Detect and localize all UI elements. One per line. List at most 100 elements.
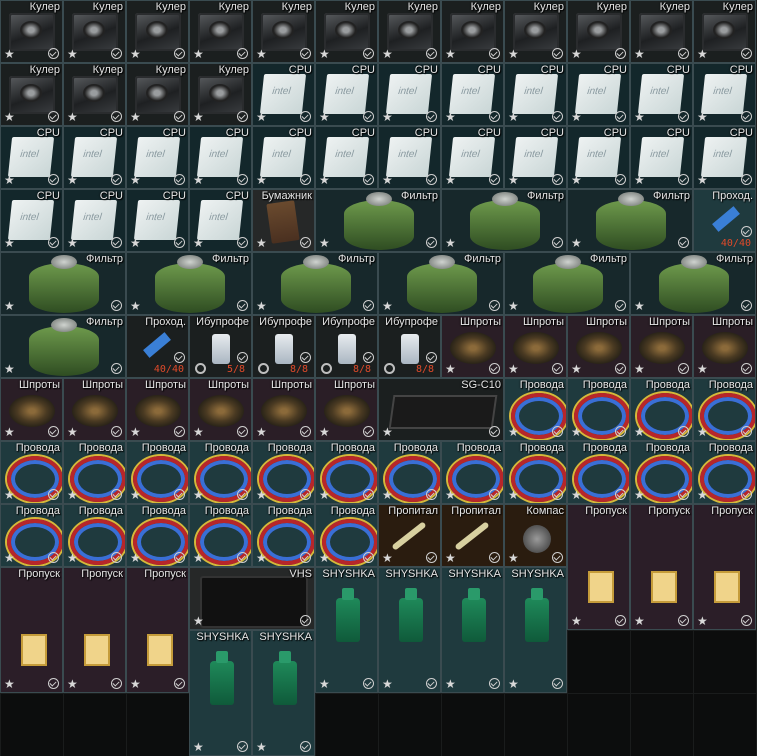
inventory-item-pass[interactable]: Пропуск ★ — [63, 567, 126, 693]
inventory-item-filter[interactable]: Фильтр ★ — [315, 189, 441, 252]
inventory-item-cooler[interactable]: Кулер ★ — [441, 0, 504, 63]
inventory-item-filter[interactable]: Фильтр ★ — [0, 252, 126, 315]
inventory-item-bottle[interactable]: SHYSHKA ★ — [315, 567, 378, 693]
inventory-item-pass[interactable]: Пропуск ★ — [0, 567, 63, 693]
inventory-item-wire[interactable]: Провода ★ — [693, 378, 756, 441]
inventory-item-filter[interactable]: Фильтр ★ — [504, 252, 630, 315]
inventory-item-wire[interactable]: Провода ★ — [0, 441, 63, 504]
inventory-item-filter[interactable]: Фильтр ★ — [126, 252, 252, 315]
inventory-item-pass[interactable]: Пропуск ★ — [126, 567, 189, 693]
inventory-item-wire[interactable]: Провода ★ — [504, 378, 567, 441]
inventory-item-wire[interactable]: Провода ★ — [315, 441, 378, 504]
inventory-item-bottle[interactable]: SHYSHKA ★ — [189, 630, 252, 756]
inventory-item-cpu[interactable]: CPU ★ — [189, 126, 252, 189]
inventory-item-vhs[interactable]: VHS ★ — [189, 567, 315, 630]
inventory-item-tin[interactable]: Шпроты ★ — [63, 378, 126, 441]
inventory-item-cooler[interactable]: Кулер ★ — [126, 0, 189, 63]
inventory-item-tin[interactable]: Шпроты ★ — [567, 315, 630, 378]
inventory-item-tin[interactable]: Шпроты ★ — [504, 315, 567, 378]
inventory-item-ibu[interactable]: Ибупрофе 8/8 — [315, 315, 378, 378]
inventory-item-cpu[interactable]: CPU ★ — [63, 126, 126, 189]
inventory-item-wire[interactable]: Провода ★ — [693, 441, 756, 504]
inventory-item-cooler[interactable]: Кулер ★ — [189, 0, 252, 63]
inventory-item-cpu[interactable]: CPU ★ — [63, 189, 126, 252]
inventory-item-wire[interactable]: Провода ★ — [378, 441, 441, 504]
inventory-item-cpu[interactable]: CPU ★ — [630, 63, 693, 126]
inventory-item-wire[interactable]: Провода ★ — [189, 504, 252, 567]
inventory-item-wire[interactable]: Провода ★ — [189, 441, 252, 504]
inventory-item-cpu[interactable]: CPU ★ — [441, 63, 504, 126]
inventory-item-filter[interactable]: Фильтр ★ — [378, 252, 504, 315]
inventory-item-wire[interactable]: Провода ★ — [126, 441, 189, 504]
inventory-item-tin[interactable]: Шпроты ★ — [0, 378, 63, 441]
inventory-item-bottle[interactable]: SHYSHKA ★ — [441, 567, 504, 693]
inventory-item-key[interactable]: Проход. 40/40 — [693, 189, 756, 252]
inventory-item-cpu[interactable]: CPU ★ — [378, 63, 441, 126]
inventory-item-cpu[interactable]: CPU ★ — [252, 63, 315, 126]
inventory-item-cooler[interactable]: Кулер ★ — [630, 0, 693, 63]
inventory-item-wallet[interactable]: Бумажник ★ — [252, 189, 315, 252]
inventory-item-cooler[interactable]: Кулер ★ — [63, 0, 126, 63]
inventory-item-cooler[interactable]: Кулер ★ — [189, 63, 252, 126]
inventory-item-ibu[interactable]: Ибупрофе 8/8 — [378, 315, 441, 378]
inventory-item-tin[interactable]: Шпроты ★ — [126, 378, 189, 441]
inventory-item-cpu[interactable]: CPU ★ — [630, 126, 693, 189]
inventory-item-filter[interactable]: Фильтр ★ — [441, 189, 567, 252]
inventory-item-cpu[interactable]: CPU ★ — [504, 126, 567, 189]
inventory-item-wire[interactable]: Провода ★ — [63, 441, 126, 504]
inventory-item-bottle[interactable]: SHYSHKA ★ — [504, 567, 567, 693]
inventory-item-ibu[interactable]: Ибупрофе 8/8 — [252, 315, 315, 378]
inventory-item-cooler[interactable]: Кулер ★ — [378, 0, 441, 63]
inventory-item-cooler[interactable]: Кулер ★ — [315, 0, 378, 63]
inventory-item-cpu[interactable]: CPU ★ — [567, 63, 630, 126]
inventory-item-pass[interactable]: Пропуск ★ — [567, 504, 630, 630]
inventory-item-filter[interactable]: Фильтр ★ — [252, 252, 378, 315]
inventory-item-wire[interactable]: Провода ★ — [567, 378, 630, 441]
inventory-item-cooler[interactable]: Кулер ★ — [0, 63, 63, 126]
inventory-item-radio[interactable]: SG-C10 ★ — [378, 378, 504, 441]
inventory-item-cpu[interactable]: CPU ★ — [126, 189, 189, 252]
inventory-item-cpu[interactable]: CPU ★ — [126, 126, 189, 189]
inventory-item-wire[interactable]: Провода ★ — [630, 441, 693, 504]
inventory-item-wire[interactable]: Провода ★ — [252, 504, 315, 567]
inventory-item-cpu[interactable]: CPU ★ — [504, 63, 567, 126]
inventory-item-cpu[interactable]: CPU ★ — [252, 126, 315, 189]
inventory-item-cpu[interactable]: CPU ★ — [693, 126, 756, 189]
inventory-item-ibu[interactable]: Ибупрофе 5/8 — [189, 315, 252, 378]
inventory-item-cooler[interactable]: Кулер ★ — [693, 0, 756, 63]
inventory-item-key[interactable]: Проход. 40/40 — [126, 315, 189, 378]
inventory-item-cpu[interactable]: CPU ★ — [189, 189, 252, 252]
inventory-item-cpu[interactable]: CPU ★ — [693, 63, 756, 126]
inventory-item-bottle[interactable]: SHYSHKA ★ — [378, 567, 441, 693]
inventory-item-cpu[interactable]: CPU ★ — [315, 63, 378, 126]
inventory-item-inject[interactable]: Пропитал ★ — [378, 504, 441, 567]
inventory-item-cooler[interactable]: Кулер ★ — [63, 63, 126, 126]
inventory-item-cpu[interactable]: CPU ★ — [567, 126, 630, 189]
inventory-item-tin[interactable]: Шпроты ★ — [630, 315, 693, 378]
inventory-item-wire[interactable]: Провода ★ — [63, 504, 126, 567]
inventory-item-wire[interactable]: Провода ★ — [0, 504, 63, 567]
inventory-item-tin[interactable]: Шпроты ★ — [315, 378, 378, 441]
inventory-item-filter[interactable]: Фильтр ★ — [0, 315, 126, 378]
inventory-item-wire[interactable]: Провода ★ — [252, 441, 315, 504]
inventory-item-tin[interactable]: Шпроты ★ — [693, 315, 756, 378]
inventory-item-pass[interactable]: Пропуск ★ — [630, 504, 693, 630]
inventory-item-tin[interactable]: Шпроты ★ — [189, 378, 252, 441]
inventory-item-cpu[interactable]: CPU ★ — [441, 126, 504, 189]
inventory-item-cpu[interactable]: CPU ★ — [0, 189, 63, 252]
inventory-item-filter[interactable]: Фильтр ★ — [630, 252, 756, 315]
inventory-item-cooler[interactable]: Кулер ★ — [0, 0, 63, 63]
inventory-item-filter[interactable]: Фильтр ★ — [567, 189, 693, 252]
inventory-item-cooler[interactable]: Кулер ★ — [252, 0, 315, 63]
inventory-item-cpu[interactable]: CPU ★ — [315, 126, 378, 189]
inventory-item-inject[interactable]: Пропитал ★ — [441, 504, 504, 567]
inventory-item-wire[interactable]: Провода ★ — [126, 504, 189, 567]
inventory-item-wire[interactable]: Провода ★ — [504, 441, 567, 504]
inventory-item-wire[interactable]: Провода ★ — [315, 504, 378, 567]
inventory-item-tin[interactable]: Шпроты ★ — [252, 378, 315, 441]
inventory-item-wire[interactable]: Провода ★ — [441, 441, 504, 504]
inventory-item-cpu[interactable]: CPU ★ — [378, 126, 441, 189]
inventory-item-bottle[interactable]: SHYSHKA ★ — [252, 630, 315, 756]
inventory-item-cpu[interactable]: CPU ★ — [0, 126, 63, 189]
inventory-item-tin[interactable]: Шпроты ★ — [441, 315, 504, 378]
